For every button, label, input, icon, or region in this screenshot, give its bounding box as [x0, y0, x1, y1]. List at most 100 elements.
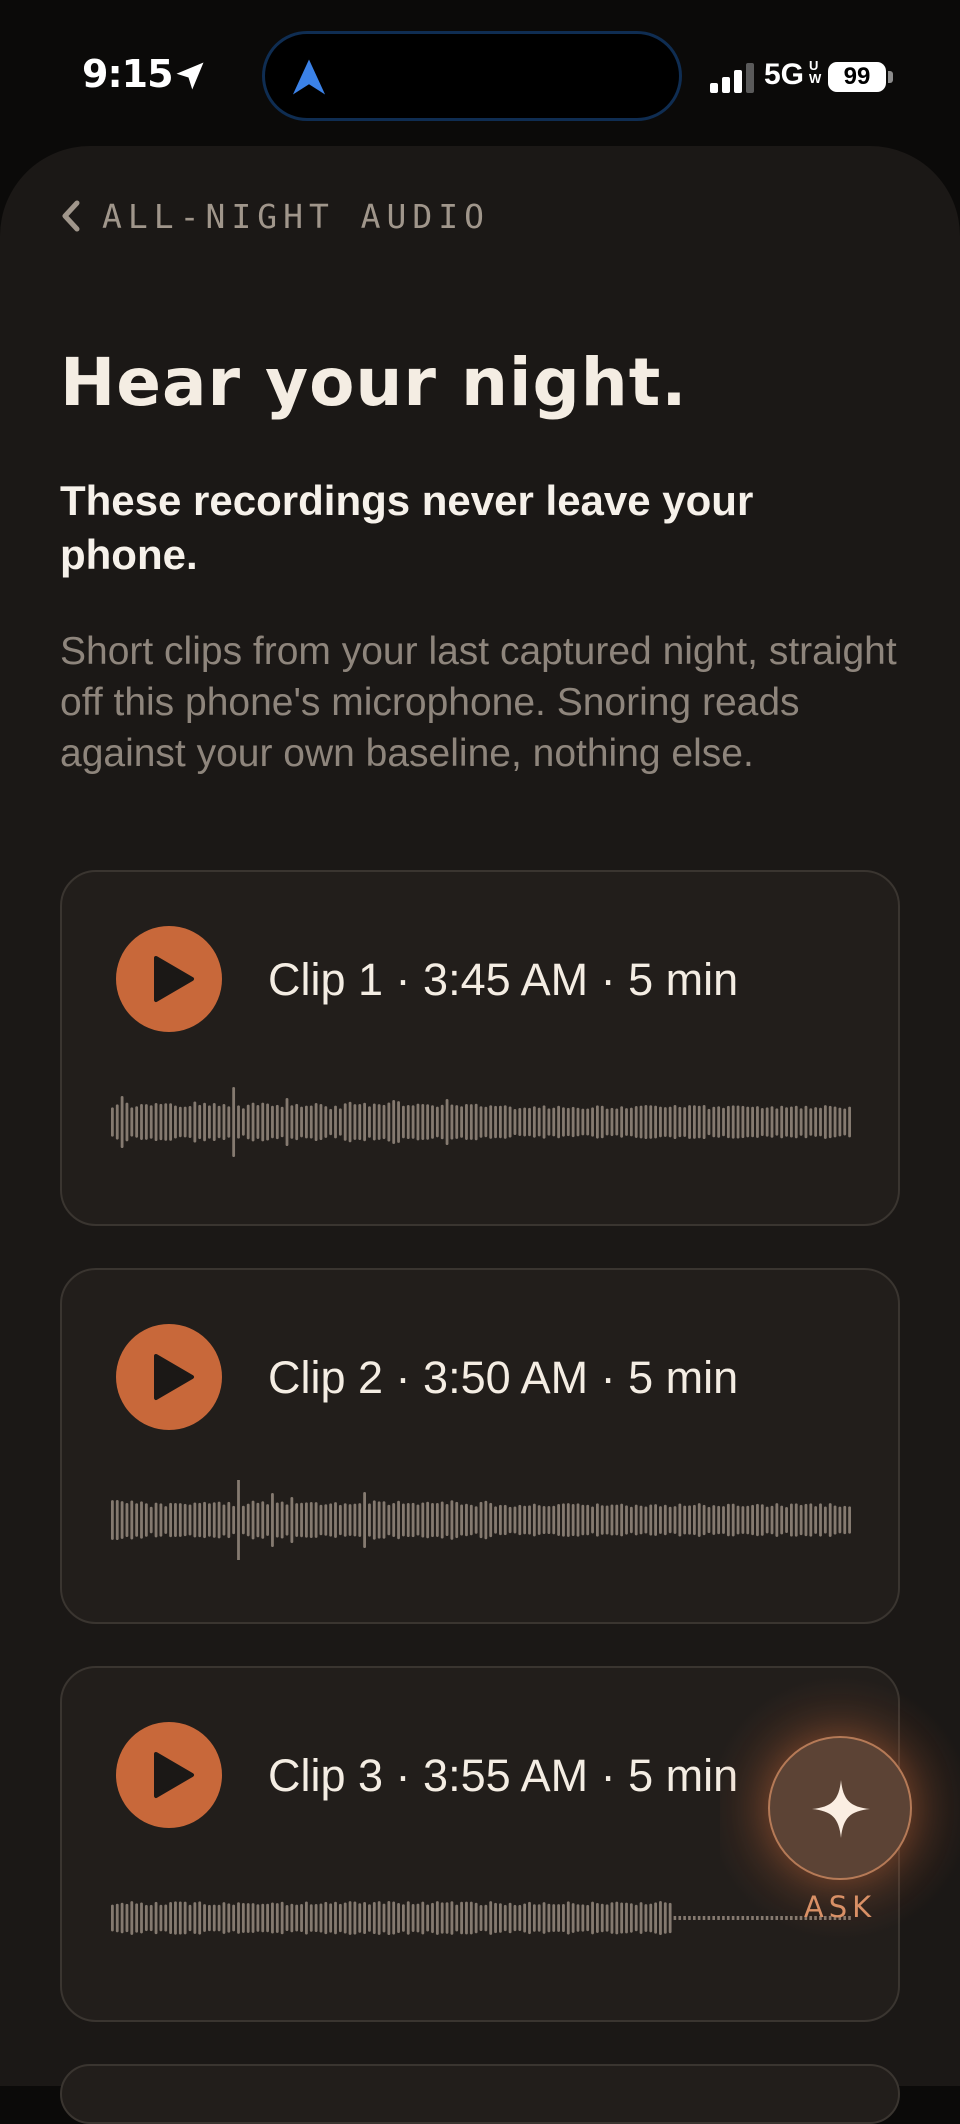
waveform-bar [130, 1901, 134, 1935]
waveform-dot [697, 1916, 701, 1920]
waveform-bar [149, 1105, 153, 1139]
waveform-bar [450, 1500, 454, 1540]
waveform-bar [489, 1105, 493, 1139]
back-button[interactable]: ALL-NIGHT AUDIO [60, 196, 490, 236]
waveform-bar [193, 1902, 197, 1934]
waveform-bar [518, 1904, 522, 1932]
waveform-bar [615, 1108, 619, 1136]
waveform-bar [838, 1506, 842, 1534]
waveform-bar [717, 1505, 721, 1535]
waveform-bar [562, 1904, 565, 1932]
waveform-bar [174, 1105, 177, 1139]
waveform-bar [431, 1105, 434, 1139]
waveform-bar [571, 1106, 575, 1138]
waveform-bar [474, 1103, 478, 1141]
waveform-bar [295, 1503, 299, 1537]
waveform-bar [552, 1107, 556, 1137]
waveform-bar [484, 1904, 488, 1932]
signal-bars-icon [710, 63, 754, 93]
waveform-bar [115, 1903, 119, 1933]
audio-waveform[interactable] [110, 1082, 854, 1162]
waveform-bar [285, 1904, 289, 1932]
waveform-bar [566, 1503, 570, 1537]
waveform-bar [305, 1901, 308, 1935]
waveform-bar [440, 1902, 444, 1934]
waveform-bar [523, 1505, 527, 1535]
waveform-bar [693, 1504, 696, 1536]
waveform-bar [513, 1506, 517, 1534]
audio-waveform[interactable] [110, 1878, 854, 1958]
waveform-bar [377, 1501, 381, 1539]
waveform-bar [290, 1903, 294, 1933]
waveform-bar [144, 1104, 148, 1140]
waveform-bar [421, 1901, 425, 1935]
waveform-bar [557, 1105, 560, 1139]
waveform-bar [208, 1904, 211, 1932]
waveform-bar [780, 1105, 784, 1139]
ask-button[interactable] [768, 1736, 912, 1880]
waveform-bar [581, 1108, 585, 1136]
waveform-bar [280, 1106, 284, 1138]
play-button[interactable] [116, 1324, 222, 1430]
waveform-bar [426, 1104, 430, 1140]
waveform-bar [751, 1106, 754, 1138]
waveform-bar [508, 1106, 512, 1138]
waveform-bar [469, 1901, 473, 1935]
waveform-bar [659, 1106, 662, 1138]
network-type: 5G [764, 58, 805, 91]
waveform-bar [416, 1903, 420, 1933]
waveform-bar [610, 1902, 614, 1934]
waveform-bar [212, 1103, 216, 1141]
waveform-dot [751, 1916, 754, 1920]
waveform-bar [479, 1501, 483, 1539]
waveform-bar [222, 1103, 226, 1141]
waveform-bar [790, 1106, 793, 1138]
waveform-dot [731, 1916, 735, 1920]
clip-card: Clip 3 · 3:55 AM · 5 min [60, 1666, 900, 2022]
waveform-bar [712, 1505, 716, 1535]
waveform-bar [188, 1105, 192, 1139]
waveform-bar [440, 1104, 444, 1140]
waveform-bar [188, 1504, 192, 1536]
waveform-bar [828, 1105, 832, 1139]
waveform-bar [654, 1105, 657, 1139]
waveform-bar [402, 1503, 405, 1537]
waveform-bar [751, 1504, 754, 1536]
waveform-bar [649, 1504, 653, 1536]
waveform-bar [275, 1502, 279, 1538]
waveform-bar [678, 1106, 682, 1138]
waveform-bar [693, 1105, 696, 1139]
waveform-bar [654, 1504, 657, 1536]
waveform-bar [528, 1107, 531, 1137]
audio-waveform[interactable] [110, 1480, 854, 1560]
waveform-bar [406, 1502, 410, 1538]
waveform-bar [271, 1493, 274, 1547]
waveform-bar [363, 1102, 366, 1142]
waveform-bar [275, 1104, 279, 1140]
waveform-bar [217, 1501, 221, 1539]
waveform-bar [688, 1505, 691, 1535]
play-button[interactable] [116, 1722, 222, 1828]
waveform-bar [557, 1504, 560, 1536]
waveform-bar [785, 1506, 788, 1534]
play-button[interactable] [116, 926, 222, 1032]
waveform-bar [542, 1902, 546, 1934]
network-superscript: UW [809, 58, 822, 86]
waveform-bar [203, 1501, 206, 1539]
waveform-bar [838, 1107, 842, 1137]
waveform-bar [523, 1107, 527, 1137]
waveform-bar [571, 1503, 575, 1537]
waveform-bar [625, 1108, 628, 1136]
waveform-bar [489, 1502, 493, 1538]
clip-title: Clip 3 · 3:55 AM · 5 min [268, 1750, 739, 1801]
waveform-bar [319, 1504, 323, 1536]
waveform-bar [203, 1904, 206, 1932]
waveform-bar [625, 1902, 628, 1934]
waveform-bar [178, 1901, 182, 1935]
waveform-bar [140, 1104, 143, 1140]
waveform-bar [111, 1500, 114, 1540]
waveform-bar [440, 1501, 444, 1539]
waveform-bar [416, 1103, 420, 1141]
waveform-bar [251, 1102, 255, 1142]
waveform-bar [450, 1901, 454, 1935]
